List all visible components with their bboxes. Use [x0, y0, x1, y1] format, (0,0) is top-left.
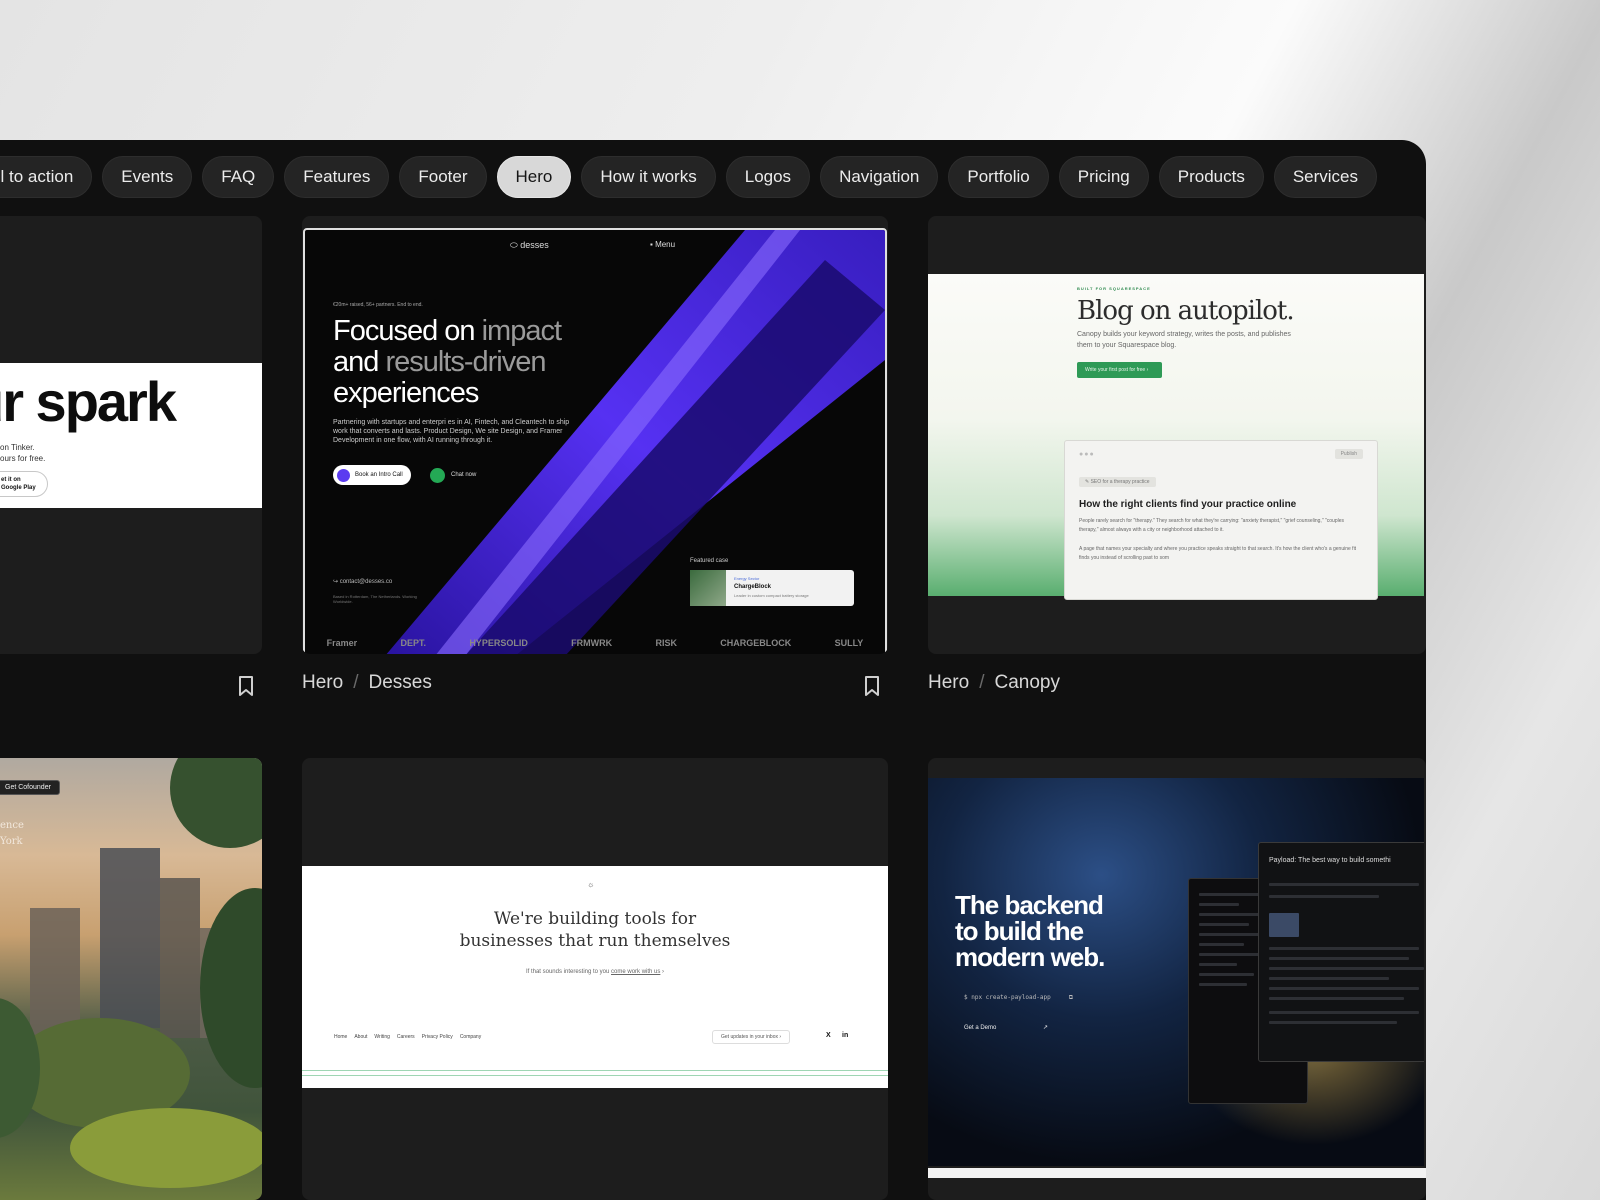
preview-tools-site: ☼ We're building tools for businesses tha… [302, 866, 888, 1088]
filter-pill[interactable]: Features [284, 156, 390, 198]
preview-headline: ur spark [0, 370, 177, 433]
client-logo: FRMWRK [571, 638, 613, 648]
x-icon: X [826, 1032, 831, 1039]
preview-hero-spark: ur spark on Tinker. ours for free. et it… [0, 363, 262, 508]
client-logo: RISK [655, 638, 677, 648]
caption-name: Desses [368, 672, 432, 693]
featured-case-title: ChargeBlock [734, 584, 772, 590]
linkedin-icon: in [842, 1032, 849, 1039]
contact-email: ↪ contact@desses.co [333, 579, 393, 585]
filter-pill[interactable]: Portfolio [948, 156, 1049, 198]
newsletter-input: Get updates in your inbox › [712, 1030, 791, 1044]
get-cofounder-button: Get Cofounder [0, 780, 60, 795]
client-logo: DEPT. [400, 638, 426, 648]
app-window: Call to action Events FAQ Features Foote… [0, 140, 1426, 1200]
preview-text: on Tinker. [0, 443, 35, 452]
featured-case-sector: Energy Sector [734, 576, 760, 581]
caption-category: Hero [928, 672, 970, 693]
preview-subtext: If that sounds interesting to you come w… [525, 969, 665, 975]
get-demo-link: Get a Demo ↗ [964, 1025, 1049, 1031]
post-paragraph: People rarely search for "therapy." They… [1079, 518, 1344, 533]
footer-nav: Home About Writing Careers Privacy Policy Com… [334, 1034, 482, 1040]
client-logo: HYPERSOLID [469, 638, 528, 648]
featured-case-image [690, 570, 726, 606]
filter-pill[interactable]: Navigation [820, 156, 939, 198]
filter-pill[interactable]: Services [1273, 156, 1378, 198]
preview-headline: Blog on autopilot. [1077, 296, 1295, 326]
preview-text: York [0, 836, 23, 847]
topic-chip: ✎ SEO for a therapy practice [1079, 477, 1156, 487]
caption-separator: / [353, 672, 359, 693]
caption-category: Hero [302, 672, 344, 693]
cms-editor-window: Payload: The best way to build somethi [1258, 842, 1424, 1062]
menu-link: ▪ Menu [650, 240, 676, 249]
preview-kicker: BUILT FOR SQUARESPACE [1077, 286, 1151, 291]
preview-text: ours for free. [0, 454, 46, 463]
editor-panel: ●●● Publish ✎ SEO for a therapy practice… [1064, 440, 1378, 600]
template-card-cofounder[interactable]: Get Cofounder ence York [0, 758, 262, 1200]
chat-now-button: Chat now [430, 465, 476, 485]
bookmark-icon[interactable] [238, 676, 254, 696]
post-paragraph: A page that names your specialty and whe… [1079, 546, 1357, 561]
filter-pill[interactable]: Products [1158, 156, 1264, 198]
preview-text: ence [0, 820, 24, 831]
intro-call-button: Book an Intro Call [333, 465, 411, 485]
preview-paragraph: Canopy builds your keyword strategy, wri… [1077, 331, 1291, 349]
filter-pill[interactable]: Call to action [0, 156, 93, 198]
preview-desses-site: ⬭ desses ▪ Menu €20m+ raised, 56+ partne… [303, 228, 887, 654]
template-card-spark[interactable]: ur spark on Tinker. ours for free. et it… [0, 216, 262, 654]
filter-pill[interactable]: Events [102, 156, 193, 198]
publish-button: Publish [1334, 449, 1363, 459]
featured-case-subtitle: Leader in custom compact battery storage [734, 593, 809, 598]
bookmark-icon[interactable] [864, 676, 880, 696]
desses-logo: ⬭ desses [510, 240, 549, 250]
template-card-tools[interactable]: ☼ We're building tools for businesses tha… [302, 758, 888, 1200]
editor-title: Payload: The best way to build somethi [1269, 857, 1391, 864]
preview-bottom-bar [928, 1168, 1426, 1178]
preview-headline: We're building tools for businesses that … [459, 909, 731, 951]
preview-city-illustration [0, 758, 262, 1200]
template-card-canopy[interactable]: BUILT FOR SQUARESPACE Blog on autopilot.… [928, 216, 1426, 654]
preview-tagline: €20m+ raised, 56+ partners. End to end. [333, 302, 423, 308]
filter-pill[interactable]: Logos [725, 156, 811, 198]
install-command: $ npx create-payload-app ⧉ [964, 994, 1074, 1001]
card-caption[interactable]: Hero / Desses [302, 672, 432, 694]
featured-case-card: Energy Sector ChargeBlock Leader in cust… [690, 570, 854, 606]
caption-name: Canopy [994, 672, 1060, 693]
caption-separator: / [979, 672, 985, 693]
client-logo: Framer [326, 638, 358, 648]
window-dots: ●●● [1079, 451, 1095, 458]
featured-case-label: Featured case [690, 558, 729, 564]
preview-cta-button: Write your first post for free › [1077, 362, 1163, 378]
preview-paragraph: Partnering with startups and enterpri es… [333, 419, 570, 444]
preview-headline: The backend to build the modern web. [955, 890, 1105, 972]
template-card-desses[interactable]: ⬭ desses ▪ Menu €20m+ raised, 56+ partne… [302, 216, 888, 654]
filter-pill[interactable]: Footer [399, 156, 487, 198]
filter-pill[interactable]: FAQ [202, 156, 275, 198]
card-caption[interactable]: Hero / Canopy [928, 672, 1060, 694]
preview-canopy-site: BUILT FOR SQUARESPACE Blog on autopilot.… [928, 274, 1424, 600]
client-logo: CHARGEBLOCK [720, 638, 792, 648]
template-card-payload[interactable]: The backend to build the modern web. $ npx… [928, 758, 1426, 1200]
location-text: Based in Rotterdam, The Netherlands. Wor… [333, 594, 417, 604]
google-play-badge: et it on Google Play [0, 471, 48, 497]
sunrise-icon: ☼ [587, 880, 595, 889]
preview-headline: Focused on impact and results-driven exp… [333, 315, 562, 409]
client-logo: SULLY [834, 638, 864, 648]
preview-payload-site: The backend to build the modern web. $ npx… [928, 778, 1424, 1166]
filter-pill[interactable]: Pricing [1058, 156, 1149, 198]
post-title: How the right clients find your practice… [1079, 499, 1297, 510]
filter-pill-active[interactable]: Hero [496, 156, 572, 198]
filter-pill[interactable]: How it works [581, 156, 716, 198]
category-filter-bar: Call to action Events FAQ Features Foote… [0, 156, 1378, 198]
client-logos: Framer DEPT. HYPERSOLID FRMWRK RISK CHAR… [305, 638, 885, 648]
decorative-lines [302, 1070, 888, 1076]
